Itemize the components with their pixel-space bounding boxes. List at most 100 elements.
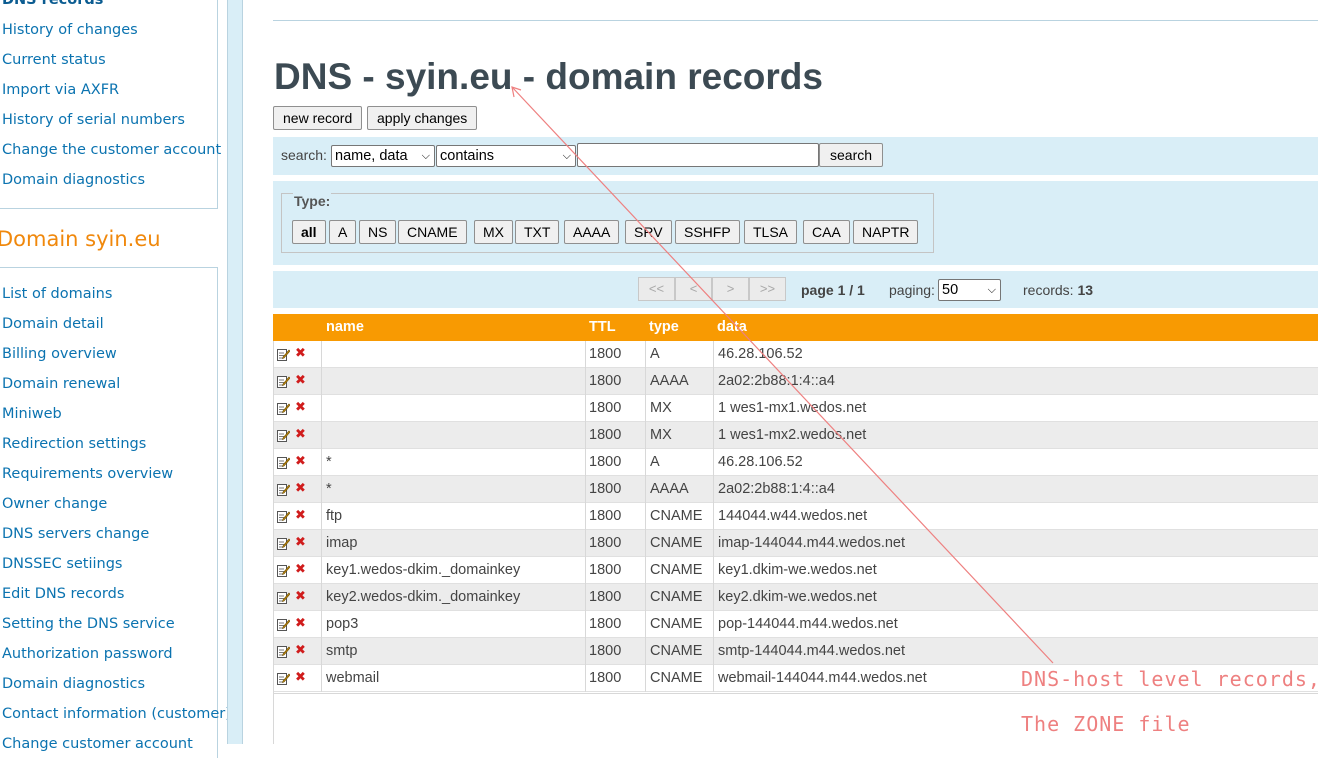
sidebar-domain-link[interactable]: List of domains (2, 286, 112, 302)
column-separator (713, 557, 714, 584)
table-row: ✖ ftp 1800 CNAME 144044.w44.wedos.net (273, 503, 1318, 530)
sidebar-domain-link[interactable]: Redirection settings (2, 436, 146, 452)
edit-icon[interactable] (277, 564, 290, 577)
edit-icon[interactable] (277, 483, 290, 496)
delete-icon[interactable]: ✖ (295, 401, 308, 414)
type-filter-caa[interactable]: CAA (803, 220, 850, 244)
prev-page-button[interactable]: < (675, 277, 712, 301)
column-name[interactable]: name (326, 319, 364, 335)
sidebar-domain-link[interactable]: DNS servers change (2, 526, 149, 542)
sidebar-link[interactable]: Import via AXFR (2, 82, 119, 98)
new-record-button[interactable]: new record (273, 106, 363, 130)
edit-icon[interactable] (277, 429, 290, 442)
sidebar-domain-link[interactable]: Setting the DNS service (2, 616, 175, 632)
type-filter-naptr[interactable]: NAPTR (853, 220, 919, 244)
chevron-down-icon: ⌵ (562, 150, 571, 162)
sidebar-domain-link[interactable]: Contact information (customer) (2, 706, 231, 722)
sidebar-domain-link[interactable]: Authorization password (2, 646, 173, 662)
sidebar-link[interactable]: DNS records (2, 0, 103, 8)
column-separator (321, 584, 322, 611)
type-filter-cname[interactable]: CNAME (398, 220, 467, 244)
column-separator (321, 557, 322, 584)
sidebar-domain-link[interactable]: Requirements overview (2, 466, 173, 482)
edit-icon[interactable] (277, 645, 290, 658)
next-page-button[interactable]: > (712, 277, 749, 301)
column-separator (645, 449, 646, 476)
edit-icon[interactable] (277, 591, 290, 604)
annotation-line1: DNS-host level records, (1021, 667, 1318, 691)
type-filter-sshfp[interactable]: SSHFP (675, 220, 740, 244)
delete-icon[interactable]: ✖ (295, 563, 308, 576)
sidebar-link[interactable]: Change the customer account (2, 142, 221, 158)
paging-select[interactable]: 50 ⌵ (938, 279, 1001, 301)
type-filter-srv[interactable]: SRV (625, 220, 672, 244)
column-separator (585, 665, 586, 692)
cell-ttl: 1800 (589, 400, 622, 416)
sidebar-domain-link[interactable]: DNSSEC setiings (2, 556, 122, 572)
sidebar-domain-link[interactable]: Miniweb (2, 406, 62, 422)
sidebar-domain-link[interactable]: Domain detail (2, 316, 104, 332)
search-button[interactable]: search (819, 143, 884, 167)
type-filter-tlsa[interactable]: TLSA (744, 220, 798, 244)
cell-type: A (650, 346, 660, 362)
sidebar-domain-link[interactable]: Owner change (2, 496, 107, 512)
delete-icon[interactable]: ✖ (295, 455, 308, 468)
cell-type: MX (650, 427, 672, 443)
search-input[interactable] (577, 143, 819, 167)
apply-changes-button[interactable]: apply changes (367, 106, 478, 130)
cell-type: AAAA (650, 481, 689, 497)
delete-icon[interactable]: ✖ (295, 671, 308, 684)
sidebar-link[interactable]: History of serial numbers (2, 112, 185, 128)
delete-icon[interactable]: ✖ (295, 482, 308, 495)
delete-icon[interactable]: ✖ (295, 617, 308, 630)
table-row: ✖ * 1800 A 46.28.106.52 (273, 449, 1318, 476)
column-ttl[interactable]: TTL (589, 319, 616, 335)
sidebar-link[interactable]: Current status (2, 52, 106, 68)
sidebar-domain-link[interactable]: Change customer account (2, 736, 193, 752)
column-separator (713, 476, 714, 503)
delete-icon[interactable]: ✖ (295, 347, 308, 360)
delete-icon[interactable]: ✖ (295, 644, 308, 657)
type-filter-ns[interactable]: NS (359, 220, 397, 244)
column-type[interactable]: type (649, 319, 679, 335)
delete-icon[interactable]: ✖ (295, 536, 308, 549)
sidebar-link[interactable]: History of changes (2, 22, 138, 38)
column-separator (713, 341, 714, 368)
cell-data: key1.dkim-we.wedos.net (718, 562, 877, 578)
delete-icon[interactable]: ✖ (295, 509, 308, 522)
edit-icon[interactable] (277, 375, 290, 388)
delete-icon[interactable]: ✖ (295, 374, 308, 387)
type-filter-a[interactable]: A (329, 220, 357, 244)
sidebar-domain-link[interactable]: Billing overview (2, 346, 117, 362)
column-separator (321, 503, 322, 530)
column-data[interactable]: data (717, 319, 747, 335)
annotation-line2: The ZONE file (1021, 712, 1191, 736)
edit-icon[interactable] (277, 672, 290, 685)
sidebar-domain-link[interactable]: Domain renewal (2, 376, 120, 392)
edit-icon[interactable] (277, 348, 290, 361)
search-field-select[interactable]: name, data ⌵ (331, 145, 435, 167)
sidebar-domain-link[interactable]: Domain diagnostics (2, 676, 145, 692)
first-page-button[interactable]: << (638, 277, 675, 301)
type-filter-txt[interactable]: TXT (515, 220, 560, 244)
type-filter-mx[interactable]: MX (474, 220, 513, 244)
delete-icon[interactable]: ✖ (295, 590, 308, 603)
edit-icon[interactable] (277, 402, 290, 415)
delete-icon[interactable]: ✖ (295, 428, 308, 441)
cell-data: 2a02:2b88:1:4::a4 (718, 373, 835, 389)
sidebar-domain-link[interactable]: Edit DNS records (2, 586, 124, 602)
column-separator (713, 530, 714, 557)
search-mode-select[interactable]: contains ⌵ (436, 145, 576, 167)
column-separator (713, 665, 714, 692)
type-filter-aaaa[interactable]: AAAA (564, 220, 620, 244)
table-row: ✖ imap 1800 CNAME imap-144044.m44.wedos.net (273, 530, 1318, 557)
sidebar-link[interactable]: Domain diagnostics (2, 172, 145, 188)
last-page-button[interactable]: >> (749, 277, 786, 301)
edit-icon[interactable] (277, 618, 290, 631)
edit-icon[interactable] (277, 510, 290, 523)
edit-icon[interactable] (277, 537, 290, 550)
cell-data: webmail-144044.m44.wedos.net (718, 670, 927, 686)
edit-icon[interactable] (277, 456, 290, 469)
type-filter-all[interactable]: all (292, 220, 326, 244)
column-separator (645, 665, 646, 692)
